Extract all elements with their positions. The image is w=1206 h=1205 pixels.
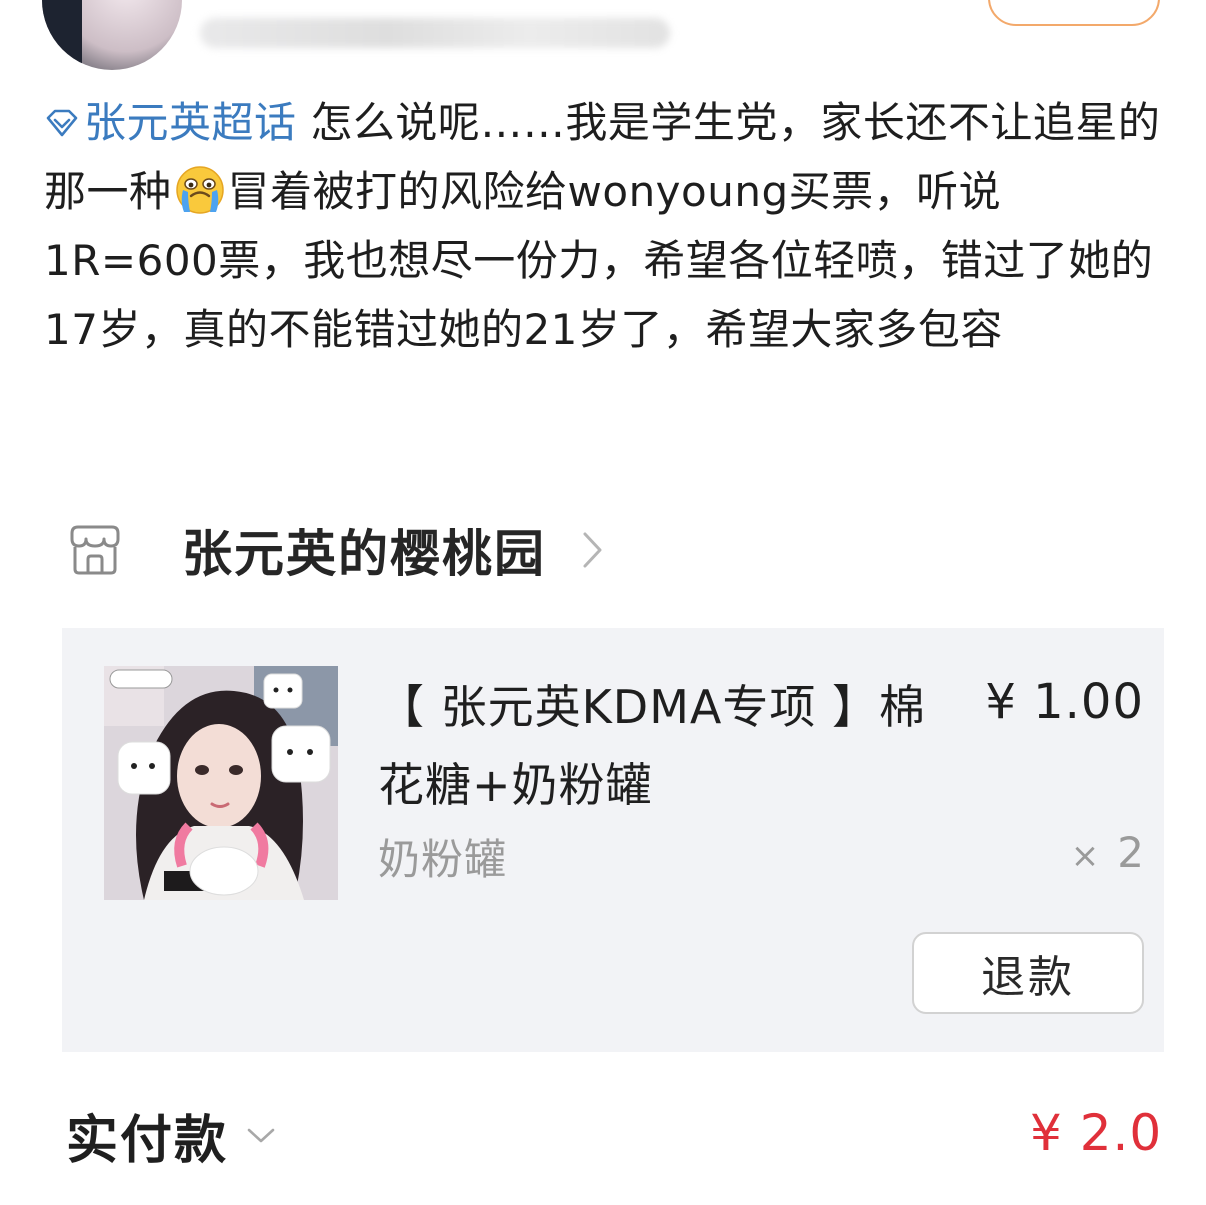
shop-header[interactable]: 张元英的樱桃园 <box>64 510 606 590</box>
crying-emoji-icon <box>175 166 224 214</box>
quantity-value: 2 <box>1117 828 1144 877</box>
product-variant: 奶粉罐 <box>378 835 508 884</box>
total-label: 实付款 <box>66 1111 229 1171</box>
follow-button[interactable] <box>988 0 1160 26</box>
user-avatar[interactable] <box>42 0 182 70</box>
total-value-container: ¥ 2.00 <box>1000 1100 1164 1170</box>
product-image[interactable] <box>104 666 338 900</box>
topic-label: 张元英超话 <box>84 98 297 147</box>
product-quantity: × 2 <box>1071 828 1144 877</box>
product-photo-icon <box>104 666 338 900</box>
shop-store-icon <box>70 525 120 575</box>
order-item-card[interactable]: 【 张元英KDMA专项 】棉花糖+奶粉罐 ¥ 1.00 奶粉罐 × 2 退款 <box>62 628 1164 1052</box>
chevron-right-icon <box>583 532 602 568</box>
product-price: ¥ 1.00 <box>985 674 1144 730</box>
diamond-topic-icon <box>46 109 78 137</box>
topic-link[interactable]: 张元英超话 <box>44 98 297 147</box>
post-meta-blurred <box>200 18 670 48</box>
shop-name[interactable]: 张元英的樱桃园 <box>182 514 546 586</box>
refund-button[interactable]: 退款 <box>912 932 1144 1014</box>
quantity-multiply-symbol: × <box>1070 836 1100 876</box>
total-payment-toggle[interactable]: 实付款 <box>66 1098 278 1173</box>
post-text: 张元英超话 怎么说呢……我是学生党，家长还不让追星的那一种 冒着被打的风险给wo… <box>44 88 1164 364</box>
total-value: ¥ 2.00 <box>1030 1104 1164 1162</box>
product-title[interactable]: 【 张元英KDMA专项 】棉花糖+奶粉罐 <box>378 668 938 824</box>
chevron-down-icon <box>247 1128 275 1142</box>
